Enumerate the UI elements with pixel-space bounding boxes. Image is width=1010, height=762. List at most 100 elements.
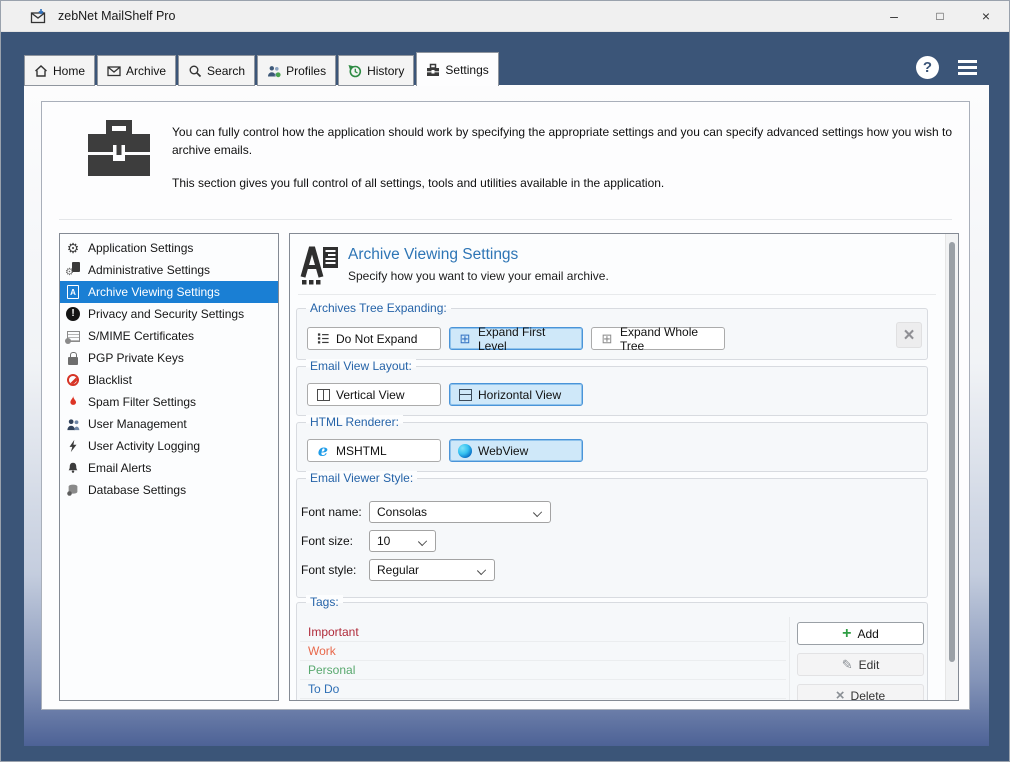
chevron-down-icon — [532, 507, 543, 518]
tab-history[interactable]: History — [338, 55, 415, 86]
scrollbar-thumb[interactable] — [949, 242, 955, 662]
expand-plus-icon: ⊞ — [459, 331, 471, 346]
tag-row-personal[interactable]: Personal — [300, 661, 786, 680]
window-controls: – □ × — [871, 1, 1009, 31]
sidebar-item-database-settings[interactable]: Database Settings — [60, 479, 278, 501]
group-label: HTML Renderer: — [306, 415, 403, 430]
users-icon — [65, 416, 81, 432]
tab-search[interactable]: Search — [178, 55, 256, 86]
expand-first-level-button[interactable]: ⊞ Expand First Level — [449, 325, 583, 353]
pencil-icon: ✎ — [841, 657, 853, 672]
top-actions: ? — [916, 56, 979, 79]
certificate-icon — [64, 328, 81, 344]
tab-settings[interactable]: Settings — [416, 52, 499, 86]
database-icon — [65, 482, 81, 498]
sidebar-item-administrative-settings[interactable]: ⚙ Administrative Settings — [60, 259, 278, 281]
edge-icon — [458, 443, 472, 458]
tab-archive[interactable]: Archive — [97, 55, 177, 86]
clear-selection-button[interactable]: × — [896, 322, 922, 348]
settings-category-list: ⚙ Application Settings ⚙ Administrative … — [59, 233, 279, 701]
hamburger-icon — [958, 60, 977, 63]
vertical-view-button[interactable]: Vertical View — [307, 383, 441, 406]
lock-icon — [65, 350, 81, 366]
group-email-view-layout: Email View Layout: Vertical View Horizon… — [296, 359, 928, 416]
intro-paragraph-2: This section gives you full control of a… — [172, 176, 665, 190]
sidebar-item-application-settings[interactable]: ⚙ Application Settings — [60, 237, 278, 259]
settings-intro-text: You can fully control how the applicatio… — [172, 123, 956, 192]
tag-row-important[interactable]: Important — [300, 623, 786, 642]
archive-viewing-large-icon — [300, 246, 338, 285]
group-email-viewer-style: Email Viewer Style: Font name: Consolas … — [296, 471, 928, 598]
vertical-split-icon — [316, 388, 330, 402]
menu-button[interactable] — [956, 58, 979, 77]
window-title: zebNet MailShelf Pro — [58, 9, 176, 23]
panel-title: Archive Viewing Settings — [348, 246, 519, 263]
main-tab-bar: Home Archive Search Profiles History Set… — [24, 52, 499, 86]
font-name-select[interactable]: Consolas — [369, 501, 551, 523]
tag-list-divider — [789, 617, 790, 700]
sidebar-item-smime-certificates[interactable]: S/MIME Certificates — [60, 325, 278, 347]
internet-explorer-icon: e — [317, 440, 329, 460]
group-label: Email Viewer Style: — [306, 471, 418, 486]
expand-tree-icon: ⊞ — [601, 331, 613, 346]
delete-x-icon: × — [835, 687, 845, 701]
delete-tag-button[interactable]: × Delete — [797, 684, 924, 701]
edit-tag-button[interactable]: ✎ Edit — [797, 653, 924, 676]
settings-page: You can fully control how the applicatio… — [41, 101, 970, 710]
lightning-icon — [65, 438, 81, 454]
chevron-down-icon — [417, 536, 428, 547]
font-size-select[interactable]: 10 — [369, 530, 436, 552]
group-label: Archives Tree Expanding: — [306, 301, 451, 316]
sidebar-item-email-alerts[interactable]: Email Alerts — [60, 457, 278, 479]
sidebar-item-blacklist[interactable]: Blacklist — [60, 369, 278, 391]
group-html-renderer: HTML Renderer: e MSHTML WebView — [296, 415, 928, 472]
profiles-icon — [267, 64, 281, 78]
title-bar: zebNet MailShelf Pro – □ × — [1, 1, 1009, 32]
tag-row-todo[interactable]: To Do — [300, 680, 786, 699]
maximize-button[interactable]: □ — [917, 1, 963, 31]
do-not-expand-button[interactable]: Do Not Expand — [307, 327, 441, 350]
panel-separator — [298, 294, 936, 295]
toolbox-icon — [426, 63, 440, 77]
sidebar-item-archive-viewing-settings[interactable]: A Archive Viewing Settings — [60, 281, 278, 303]
sidebar-item-user-activity-logging[interactable]: User Activity Logging — [60, 435, 278, 457]
help-button[interactable]: ? — [916, 56, 939, 79]
settings-scrollbar[interactable] — [945, 234, 958, 700]
horizontal-view-button[interactable]: Horizontal View — [449, 383, 583, 406]
tab-home[interactable]: Home — [24, 55, 96, 86]
sidebar-item-pgp-private-keys[interactable]: PGP Private Keys — [60, 347, 278, 369]
close-icon: × — [903, 324, 915, 346]
plus-icon: + — [842, 624, 852, 642]
toolbox-large-icon — [88, 120, 150, 176]
tag-row-work[interactable]: Work — [300, 642, 786, 661]
sidebar-item-user-management[interactable]: User Management — [60, 413, 278, 435]
sidebar-item-spam-filter-settings[interactable]: Spam Filter Settings — [60, 391, 278, 413]
add-tag-button[interactable]: + Add — [797, 622, 924, 645]
group-archives-tree-expanding: Archives Tree Expanding: Do Not Expand ⊞… — [296, 301, 928, 360]
archive-viewing-icon: A — [65, 284, 81, 300]
archive-viewing-settings-panel: Archive Viewing Settings Specify how you… — [289, 233, 959, 701]
font-size-value: 10 — [377, 534, 391, 548]
history-icon — [348, 64, 362, 78]
home-icon — [34, 64, 48, 78]
bell-icon — [65, 460, 81, 476]
group-label: Email View Layout: — [306, 359, 416, 374]
close-button[interactable]: × — [963, 1, 1009, 31]
font-name-label: Font name: — [301, 505, 362, 519]
search-icon — [188, 64, 202, 78]
sidebar-item-privacy-security[interactable]: ! Privacy and Security Settings — [60, 303, 278, 325]
flame-icon — [65, 394, 81, 410]
mshtml-button[interactable]: e MSHTML — [307, 439, 441, 462]
block-icon — [65, 372, 81, 388]
question-icon: ? — [922, 59, 933, 76]
font-style-select[interactable]: Regular — [369, 559, 495, 581]
gear-icon: ⚙ — [66, 240, 80, 256]
mail-app-icon — [30, 9, 46, 24]
envelope-icon — [107, 64, 121, 78]
minimize-button[interactable]: – — [871, 1, 917, 31]
tab-profiles[interactable]: Profiles — [257, 55, 337, 86]
webview-button[interactable]: WebView — [449, 439, 583, 462]
group-tags: Tags: Important Work Personal To Do + Ad… — [296, 595, 928, 701]
group-label: Tags: — [306, 595, 343, 610]
expand-whole-tree-button[interactable]: ⊞ Expand Whole Tree — [591, 325, 725, 353]
